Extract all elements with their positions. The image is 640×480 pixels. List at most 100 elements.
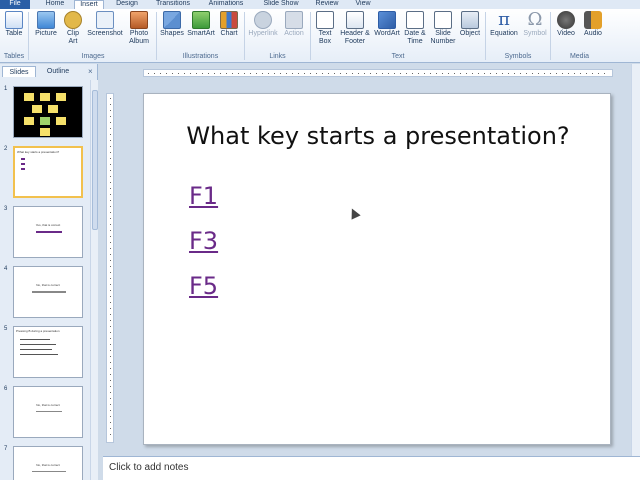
text-box-button[interactable]: Text Box [313,11,337,46]
chart-label: Chart [220,30,238,37]
ruler-tick [110,224,111,225]
ruler-tick [502,73,503,74]
slide-canvas[interactable]: What key starts a presentation? F1 F3 F5 [143,93,611,445]
ruler-tick [220,73,221,74]
ruler-tick [184,73,185,74]
ruler-tick [490,73,491,74]
ruler-tick [298,73,299,74]
ruler-tick [110,344,111,345]
table-button[interactable]: Table [2,11,26,38]
ruler-tick [110,248,111,249]
close-icon[interactable]: × [88,67,93,76]
film-reel-icon [557,11,575,29]
option-link-f3[interactable]: F3 [189,227,218,255]
group-label-symbols: Symbols [504,53,532,60]
date-time-button[interactable]: Date & Time [402,11,428,46]
tab-animations[interactable]: Animations [201,0,251,9]
ruler-tick [556,73,557,74]
symbol-label: Symbol [523,30,547,37]
tab-file[interactable]: File [0,0,30,9]
ruler-tick [110,188,111,189]
ruler-tick [110,176,111,177]
ruler-tick [110,428,111,429]
ruler-tick [562,73,563,74]
action-icon [285,11,303,29]
tab-transitions[interactable]: Transitions [150,0,196,9]
ruler-tick [358,73,359,74]
ruler-tick [110,254,111,255]
ruler-tick [226,73,227,74]
header-footer-icon [346,11,364,29]
equation-button[interactable]: π Equation [487,11,521,38]
speaker-icon [584,11,602,29]
tab-design[interactable]: Design [108,0,146,9]
audio-button[interactable]: Audio [580,11,606,38]
audio-label: Audio [584,30,602,37]
action-button[interactable]: Action [281,11,307,38]
shapes-button[interactable]: Shapes [159,11,185,38]
ruler-tick [110,302,111,303]
screenshot-button[interactable]: Screenshot [86,11,124,38]
table-label: Table [5,30,23,37]
ruler-tick [598,73,599,74]
ruler-tick [376,73,377,74]
notes-pane[interactable]: Click to add notes [103,456,640,480]
ruler-tick [110,272,111,273]
header-footer-button[interactable]: Header & Footer [338,11,372,46]
ruler-tick [110,122,111,123]
picture-button[interactable]: Picture [32,11,60,38]
vertical-ruler [106,93,114,443]
ruler-tick [110,410,111,411]
ruler-tick [478,73,479,74]
object-button[interactable]: Object [458,11,482,38]
photo-album-button[interactable]: Photo Album [125,11,153,46]
ruler-tick [166,73,167,74]
tab-home[interactable]: Home [38,0,72,9]
ruler-tick [586,73,587,74]
option-link-f1[interactable]: F1 [189,182,218,210]
slide-preview: Yes, that is correct [13,206,83,258]
ruler-tick [110,296,111,297]
thumbnail-title: What key starts a presentation? [17,150,60,154]
ruler-tick [110,290,111,291]
slide-preview: No, that is correct [13,386,83,438]
smartart-button[interactable]: SmartArt [186,11,216,38]
wordart-button[interactable]: WordArt [373,11,401,38]
ruler-tick [310,73,311,74]
ruler-tick [400,73,401,74]
ruler-tick [592,73,593,74]
scrollbar-thumb[interactable] [92,90,98,230]
clip-art-button[interactable]: Clip Art [62,11,84,46]
slide-preview [13,86,83,138]
horizontal-ruler [143,69,613,77]
editor-scrollbar[interactable] [631,64,640,456]
hyperlink-button[interactable]: Hyperlink [247,11,279,38]
symbol-button[interactable]: Ω Symbol [521,11,549,38]
ruler-tick [110,368,111,369]
chart-button[interactable]: Chart [217,11,241,38]
video-label: Video [557,30,575,37]
tab-view[interactable]: View [348,0,378,9]
ruler-tick [532,73,533,74]
ruler-tick [496,73,497,74]
tab-slides[interactable]: Slides [2,66,36,77]
tab-review[interactable]: Review [311,0,343,9]
slide-title[interactable]: What key starts a presentation? [144,122,612,150]
ruler-tick [110,218,111,219]
ruler-tick [110,170,111,171]
slide-number-button[interactable]: Slide Number [429,11,457,46]
ruler-tick [448,73,449,74]
slide-number: 3 [4,206,8,212]
ruler-tick [268,73,269,74]
group-label-illustrations: Illustrations [182,53,219,60]
tab-outline[interactable]: Outline [38,66,78,77]
action-label: Action [284,30,304,37]
tab-slide-show[interactable]: Slide Show [256,0,306,9]
object-icon [461,11,479,29]
ruler-tick [484,73,485,74]
option-link-f5[interactable]: F5 [189,272,218,300]
ruler-tick [196,73,197,74]
video-button[interactable]: Video [553,11,579,38]
ruler-tick [442,73,443,74]
panel-scrollbar[interactable] [90,80,98,480]
